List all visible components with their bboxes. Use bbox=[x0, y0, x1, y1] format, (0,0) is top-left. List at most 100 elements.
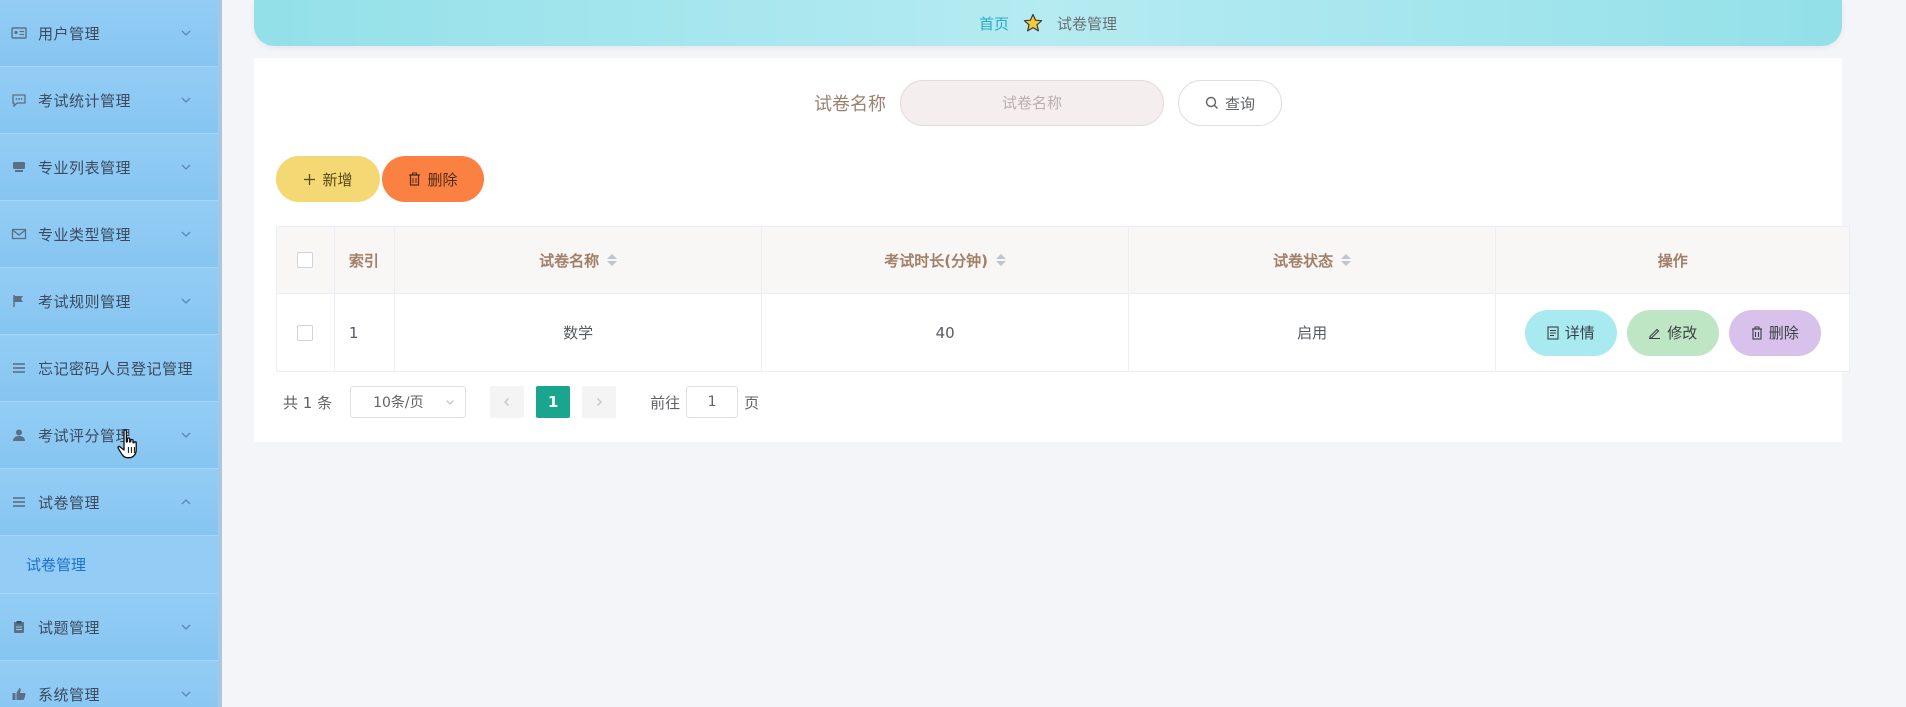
column-header-label: 试卷状态 bbox=[1273, 251, 1334, 270]
page-size-select[interactable]: 10条/页 bbox=[350, 386, 467, 418]
cell-paper-name: 数学 bbox=[395, 294, 763, 371]
sidebar-subitem-label: 试卷管理 bbox=[26, 556, 87, 574]
action-row: 新增 删除 bbox=[276, 156, 484, 202]
page-suffix: 页 bbox=[744, 393, 760, 412]
chat-bubble-icon bbox=[10, 92, 28, 108]
chevron-down-icon bbox=[181, 624, 191, 630]
paper-table: 索引 试卷名称 考试时长(分钟) 试卷状态 操作 1 数学 40 启用 详情 修… bbox=[276, 226, 1850, 372]
cell-duration: 40 bbox=[762, 294, 1129, 371]
sidebar-item-question-management[interactable]: 试题管理 bbox=[0, 594, 218, 661]
document-icon bbox=[1547, 325, 1559, 340]
table-row: 1 数学 40 启用 详情 修改 删除 bbox=[277, 293, 1849, 371]
select-all-checkbox[interactable] bbox=[297, 252, 314, 268]
header-checkbox-cell bbox=[277, 227, 335, 293]
chevron-down-icon bbox=[181, 231, 191, 237]
chevron-down-icon bbox=[181, 164, 191, 170]
breadcrumb-home-link[interactable]: 首页 bbox=[979, 13, 1009, 34]
column-header-paper-name[interactable]: 试卷名称 bbox=[395, 227, 763, 293]
row-checkbox[interactable] bbox=[297, 324, 314, 341]
pencil-icon bbox=[1649, 328, 1661, 339]
column-header-label: 考试时长(分钟) bbox=[884, 251, 989, 270]
plus-icon bbox=[304, 173, 316, 185]
breadcrumb: 首页 试卷管理 bbox=[254, 0, 1842, 46]
column-header-label: 试卷名称 bbox=[539, 251, 600, 270]
chevron-down-icon bbox=[446, 400, 455, 405]
clipboard-icon bbox=[10, 619, 28, 635]
pagination-total: 共 1 条 bbox=[283, 393, 333, 412]
sidebar-item-user-management[interactable]: 用户管理 bbox=[0, 0, 218, 67]
detail-button-label: 详情 bbox=[1564, 324, 1595, 342]
chevron-down-icon bbox=[181, 691, 191, 697]
add-button-label: 新增 bbox=[322, 170, 353, 189]
page-number-active[interactable]: 1 bbox=[536, 386, 571, 418]
list-icon bbox=[10, 494, 28, 510]
user-icon bbox=[10, 427, 28, 443]
chevron-right-icon bbox=[597, 398, 603, 406]
detail-button[interactable]: 详情 bbox=[1524, 309, 1617, 356]
edit-button-label: 修改 bbox=[1667, 324, 1698, 342]
add-button[interactable]: 新增 bbox=[276, 156, 380, 202]
sidebar-item-major-type[interactable]: 专业类型管理 bbox=[0, 201, 218, 268]
chevron-down-icon bbox=[181, 432, 191, 438]
column-header-operations: 操作 bbox=[1496, 227, 1849, 293]
sidebar-item-label: 用户管理 bbox=[38, 24, 101, 43]
column-header-label: 操作 bbox=[1657, 251, 1688, 270]
trash-icon bbox=[1751, 326, 1762, 340]
query-button-label: 查询 bbox=[1224, 94, 1255, 113]
envelope-icon bbox=[10, 226, 28, 242]
sidebar: 用户管理 考试统计管理 专业列表管理 专业类型管理 考试规则管理 忘记密码人员登… bbox=[0, 0, 222, 707]
sidebar-subitem-paper-management[interactable]: 试卷管理 bbox=[0, 536, 218, 594]
chevron-down-icon bbox=[181, 30, 191, 36]
sidebar-item-label: 试题管理 bbox=[38, 618, 101, 637]
sidebar-item-label: 忘记密码人员登记管理 bbox=[38, 359, 194, 378]
column-header-label: 索引 bbox=[348, 251, 379, 270]
sidebar-item-paper-management[interactable]: 试卷管理 bbox=[0, 469, 218, 536]
sidebar-item-exam-statistics[interactable]: 考试统计管理 bbox=[0, 67, 218, 134]
sidebar-item-label: 考试评分管理 bbox=[38, 426, 132, 445]
star-icon bbox=[1023, 13, 1043, 32]
query-button[interactable]: 查询 bbox=[1178, 80, 1282, 126]
chevron-up-icon bbox=[181, 499, 191, 505]
main-card: 试卷名称 查询 新增 删除 索引 试卷名称 bbox=[254, 58, 1850, 442]
column-header-duration[interactable]: 考试时长(分钟) bbox=[762, 227, 1129, 293]
trash-icon bbox=[409, 172, 421, 186]
sort-icon[interactable] bbox=[607, 254, 618, 266]
chevron-down-icon bbox=[181, 97, 191, 103]
goto-label: 前往 bbox=[650, 393, 681, 412]
sidebar-item-system-management[interactable]: 系统管理 bbox=[0, 661, 218, 707]
page-size-value: 10条/页 bbox=[373, 395, 424, 411]
sidebar-item-exam-scoring[interactable]: 考试评分管理 bbox=[0, 402, 218, 469]
sidebar-item-label: 考试统计管理 bbox=[38, 91, 132, 110]
table-header-row: 索引 试卷名称 考试时长(分钟) 试卷状态 操作 bbox=[277, 227, 1849, 293]
chevron-left-icon bbox=[504, 398, 510, 406]
edit-button[interactable]: 修改 bbox=[1626, 309, 1719, 356]
sidebar-item-label: 系统管理 bbox=[38, 685, 101, 704]
sidebar-item-label: 专业类型管理 bbox=[38, 225, 132, 244]
search-input[interactable] bbox=[900, 80, 1164, 126]
row-delete-button-label: 删除 bbox=[1768, 324, 1799, 342]
sidebar-item-exam-rules[interactable]: 考试规则管理 bbox=[0, 268, 218, 335]
sidebar-item-major-list[interactable]: 专业列表管理 bbox=[0, 134, 218, 201]
column-header-status[interactable]: 试卷状态 bbox=[1129, 227, 1497, 293]
cell-status: 启用 bbox=[1129, 294, 1497, 371]
sort-icon[interactable] bbox=[1341, 254, 1352, 266]
next-page-button[interactable] bbox=[582, 386, 617, 418]
server-icon bbox=[10, 159, 28, 175]
search-row: 试卷名称 查询 bbox=[254, 80, 1842, 126]
bulk-delete-button-label: 删除 bbox=[427, 170, 458, 189]
row-delete-button[interactable]: 删除 bbox=[1728, 309, 1821, 356]
column-header-index: 索引 bbox=[335, 227, 395, 293]
row-checkbox-cell bbox=[277, 294, 335, 371]
flag-icon bbox=[10, 293, 28, 309]
sort-icon[interactable] bbox=[996, 254, 1007, 266]
sidebar-item-label: 专业列表管理 bbox=[38, 158, 132, 177]
thumbs-up-icon bbox=[10, 686, 28, 702]
prev-page-button[interactable] bbox=[490, 386, 525, 418]
search-label: 试卷名称 bbox=[814, 94, 886, 115]
goto-page-input[interactable] bbox=[686, 386, 739, 418]
chevron-down-icon bbox=[181, 298, 191, 304]
search-icon bbox=[1205, 96, 1218, 109]
bulk-delete-button[interactable]: 删除 bbox=[382, 156, 484, 202]
sidebar-item-forgot-password-registry[interactable]: 忘记密码人员登记管理 bbox=[0, 335, 218, 402]
breadcrumb-current: 试卷管理 bbox=[1057, 14, 1118, 33]
